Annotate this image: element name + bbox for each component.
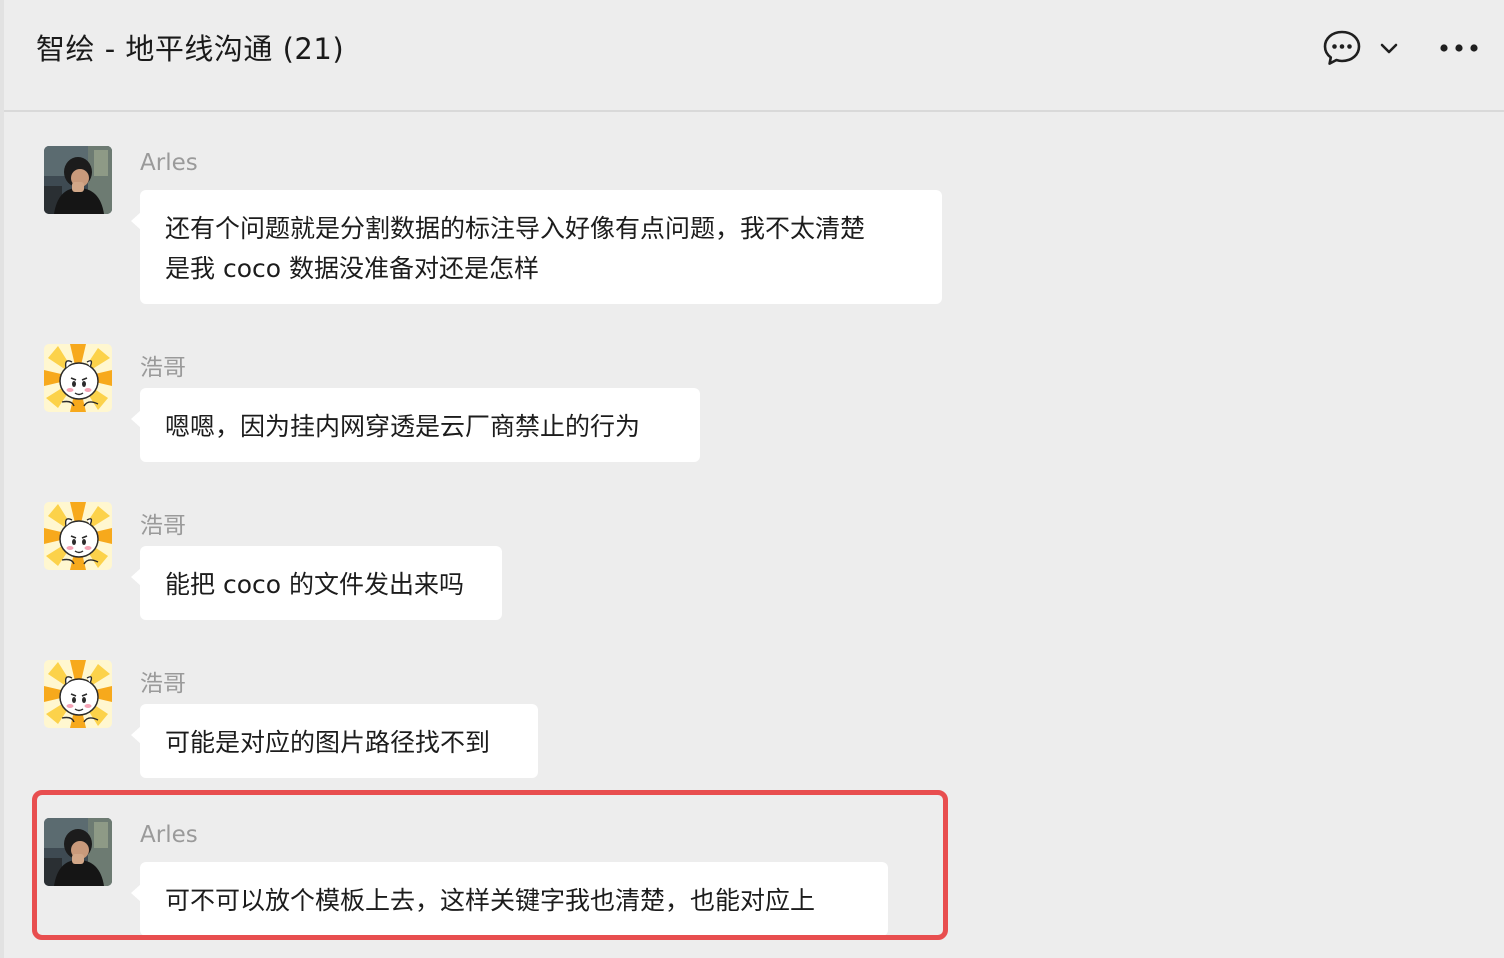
sender-name[interactable]: Arles [140, 150, 198, 176]
avatar[interactable] [44, 502, 112, 570]
message-text-line: 还有个问题就是分割数据的标注导入好像有点问题，我不太清楚 [165, 214, 866, 243]
chat-title: 智绘 - 地平线沟通 (21) [36, 32, 345, 66]
message-bubble[interactable]: 可能是对应的图片路径找不到 [131, 704, 538, 778]
chat-header: 智绘 - 地平线沟通 (21) [4, 0, 1504, 112]
avatar[interactable] [44, 818, 112, 886]
sender-name[interactable]: Arles [140, 822, 198, 848]
message-bubble[interactable]: 嗯嗯，因为挂内网穿透是云厂商禁止的行为 [131, 388, 700, 462]
header-actions [1320, 26, 1480, 70]
sender-name[interactable]: 浩哥 [140, 506, 186, 540]
sender-name[interactable]: 浩哥 [140, 664, 186, 698]
sender-name[interactable]: 浩哥 [140, 348, 186, 382]
message-bubble[interactable]: 还有个问题就是分割数据的标注导入好像有点问题，我不太清楚 是我 coco 数据没… [131, 190, 942, 304]
more-dots-icon[interactable] [1438, 27, 1480, 69]
message-bubble[interactable]: 能把 coco 的文件发出来吗 [131, 546, 502, 620]
message-text-line: 能把 coco 的文件发出来吗 [165, 570, 464, 599]
avatar[interactable] [44, 146, 112, 214]
chat-window: 智绘 - 地平线沟通 (21) Arles 还有个问题就是分割数据的标注导入好像… [0, 0, 1504, 958]
chevron-down-icon[interactable] [1378, 37, 1400, 59]
avatar[interactable] [44, 344, 112, 412]
message-bubble[interactable]: 可不可以放个模板上去，这样关键字我也清楚，也能对应上 [131, 862, 888, 936]
message-text-line: 嗯嗯，因为挂内网穿透是云厂商禁止的行为 [165, 412, 641, 441]
avatar[interactable] [44, 660, 112, 728]
message-text-line: 是我 coco 数据没准备对还是怎样 [165, 254, 539, 283]
message-text-line: 可能是对应的图片路径找不到 [165, 728, 491, 757]
chat-bubble-icon[interactable] [1320, 26, 1364, 70]
message-text-line: 可不可以放个模板上去，这样关键字我也清楚，也能对应上 [165, 886, 816, 915]
message-list[interactable]: Arles 还有个问题就是分割数据的标注导入好像有点问题，我不太清楚 是我 co… [4, 114, 1504, 958]
